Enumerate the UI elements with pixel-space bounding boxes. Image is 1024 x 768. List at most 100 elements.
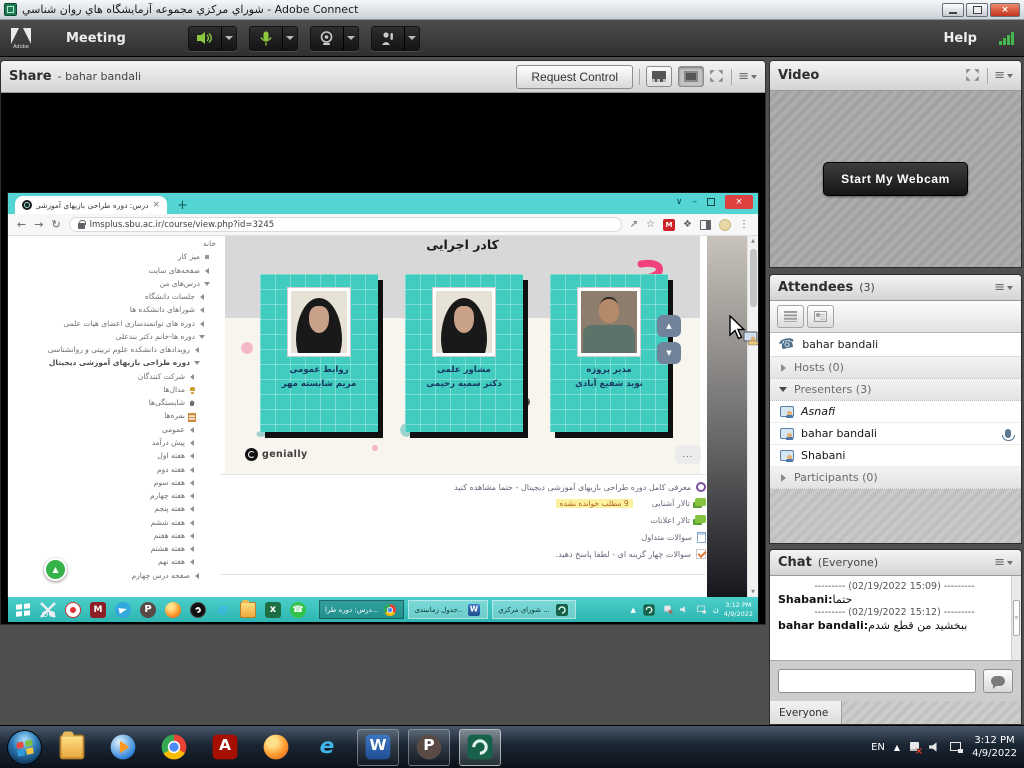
telegram-button[interactable] <box>113 599 133 620</box>
attendees-pod-menu-icon[interactable] <box>994 281 1013 294</box>
tab-close-icon[interactable]: × <box>152 201 160 210</box>
volume-icon[interactable] <box>680 606 688 614</box>
word-window-button[interactable]: ..جدول زمانبندی <box>408 600 488 619</box>
start-webcam-button[interactable]: Start My Webcam <box>823 162 968 196</box>
network-icon[interactable] <box>950 742 963 753</box>
help-menu[interactable]: Help <box>936 27 985 50</box>
sidebar-link[interactable]: شایستگی‌ها <box>22 397 216 410</box>
share-pod-menu-icon[interactable] <box>738 70 757 83</box>
scroll-up-arrow-icon[interactable]: ▲ <box>748 238 758 244</box>
restore-button[interactable] <box>966 3 988 17</box>
internet-explorer-button[interactable] <box>213 599 233 620</box>
activity-link[interactable]: سوالات چهار گزینه ای - لطفا پاسخ دهید. <box>220 546 706 562</box>
video-fullscreen-icon[interactable]: ◤◥◣◢ <box>966 69 981 82</box>
scrollbar-thumb[interactable] <box>750 249 757 307</box>
start-orb-button[interactable] <box>7 730 42 765</box>
shared-clock[interactable]: 3:12 PM 4/9/2022 <box>724 601 753 618</box>
hidden-icons-caret[interactable]: ▲ <box>631 606 636 614</box>
acrobat-button[interactable] <box>204 729 246 766</box>
sidebar-link[interactable]: هفته اول <box>22 450 216 463</box>
action-center-flag-icon[interactable] <box>909 741 920 754</box>
video-pod-menu-icon[interactable] <box>994 69 1013 82</box>
word-button[interactable] <box>357 729 399 766</box>
activity-link[interactable]: سوالات متداول <box>220 529 706 546</box>
activity-link[interactable]: معرفی کامل دوره طراحی بازیهای آموزشی دیج… <box>220 479 706 495</box>
attendee-group-header[interactable]: Hosts (0) <box>770 357 1021 379</box>
sidebar-link[interactable]: صفحه‌های سایت <box>22 265 216 278</box>
back-icon[interactable]: ← <box>17 219 26 230</box>
language-indicator[interactable]: ن <box>713 605 719 614</box>
embed-more-button[interactable]: ... <box>675 445 701 464</box>
chat-send-button[interactable] <box>983 669 1013 693</box>
scroll-to-top-button[interactable]: ▲ <box>44 558 67 581</box>
attendee-row[interactable]: Asnafi <box>770 401 1021 423</box>
browser-scrollbar[interactable]: ▲ ▼ <box>747 236 758 597</box>
scroll-down-arrow-icon[interactable]: ▼ <box>748 589 758 595</box>
internet-explorer-button[interactable] <box>306 729 348 766</box>
maktabkhooneh-button[interactable] <box>88 599 108 620</box>
media-player-button[interactable] <box>102 729 144 766</box>
sidebar-link[interactable]: هفته ششم <box>22 516 216 529</box>
adobe-connect-window-button[interactable]: ... شوراي مركزي <box>492 600 576 619</box>
sidebar-link[interactable]: هفته پنجم <box>22 503 216 516</box>
sidebar-link[interactable]: نمره‌ها <box>22 410 216 423</box>
browser-maximize-button[interactable] <box>707 198 715 206</box>
file-explorer-button[interactable] <box>51 729 93 766</box>
attendee-card-view-button[interactable] <box>807 305 834 328</box>
sidebar-link[interactable]: رویدادهای دانشکده علوم تربیتی و روانشناس… <box>22 344 216 357</box>
connection-signal-icon[interactable] <box>999 31 1014 45</box>
sidebar-link[interactable]: هفته سوم <box>22 477 216 490</box>
sidebar-link[interactable]: دوره های توانمندسازی اعضای هیات علمی <box>22 318 216 331</box>
attendee-group-header[interactable]: Participants (0) <box>770 467 1021 489</box>
taskbar-clock[interactable]: 3:12 PM 4/9/2022 <box>972 734 1017 761</box>
firefox-button[interactable] <box>163 599 183 620</box>
profile-avatar[interactable] <box>719 219 731 231</box>
sidebar-link[interactable]: شوراهای دانشکده ها <box>22 304 216 317</box>
address-bar[interactable]: lmsplus.sbu.ac.ir/course/view.php?id=324… <box>69 217 622 232</box>
sidebar-link[interactable]: جلسات دانشگاه <box>22 291 216 304</box>
extension-badge-icon[interactable]: M <box>663 219 675 231</box>
sidebar-link[interactable]: دوره طراحی بازیهای آموزشی دیجیتال <box>22 357 216 370</box>
genially-logo[interactable]: genially <box>245 448 308 461</box>
embed-scroll-up-button[interactable]: ▲ <box>657 315 681 337</box>
sidebar-link[interactable]: دوره ها-خانم دکتر بندعلی <box>22 331 216 344</box>
attendee-group-header[interactable]: Presenters (3) <box>770 379 1021 401</box>
psiphon-button[interactable] <box>408 729 450 766</box>
screen-recorder-button[interactable] <box>63 599 83 620</box>
forward-icon[interactable]: → <box>34 219 43 230</box>
snipping-tool-button[interactable] <box>38 599 58 620</box>
file-explorer-button[interactable] <box>238 599 258 620</box>
psiphon-button[interactable] <box>138 599 158 620</box>
chat-pod-menu-icon[interactable] <box>994 556 1013 569</box>
side-panel-icon[interactable] <box>700 220 711 230</box>
reload-icon[interactable]: ↻ <box>51 219 60 230</box>
attendee-row[interactable]: bahar bandali <box>770 423 1021 445</box>
action-center-flag-icon[interactable] <box>664 605 672 614</box>
fullscreen-icon[interactable]: ◤◥◣◢ <box>710 70 725 83</box>
pod-view-toggle-2[interactable] <box>678 66 704 87</box>
obs-studio-button[interactable] <box>188 599 208 620</box>
pod-view-toggle-1[interactable] <box>646 66 672 87</box>
activity-link[interactable]: تالار آشنایی9 مطلب خوانده نشده <box>220 495 706 512</box>
bookmark-star-icon[interactable]: ☆ <box>646 220 655 230</box>
network-icon[interactable] <box>697 606 706 614</box>
status-options-caret[interactable] <box>404 27 419 50</box>
volume-icon[interactable] <box>929 742 941 753</box>
excel-button[interactable] <box>263 599 283 620</box>
sidebar-link[interactable]: درس‌های من <box>22 278 216 291</box>
speaker-options-caret[interactable] <box>221 27 236 50</box>
webcam-button[interactable] <box>311 27 343 50</box>
firefox-button[interactable] <box>255 729 297 766</box>
request-control-button[interactable]: Request Control <box>516 65 633 89</box>
chat-scrollbar[interactable]: ≡ <box>1011 576 1021 660</box>
browser-tab[interactable]: درس: دوره طراحی بازیهای آموزشی × <box>15 196 167 214</box>
browser-menu-icon[interactable]: ⋮ <box>739 220 749 230</box>
language-indicator[interactable]: EN <box>871 742 885 753</box>
whatsapp-button[interactable] <box>288 599 308 620</box>
webcam-options-caret[interactable] <box>343 27 358 50</box>
microphone-options-caret[interactable] <box>282 27 297 50</box>
sidebar-link[interactable]: مدال‌ها <box>22 384 216 397</box>
sidebar-link[interactable]: پیش درآمد <box>22 437 216 450</box>
sidebar-link[interactable]: هفته دوم <box>22 463 216 476</box>
connect-tray-icon[interactable] <box>643 604 654 615</box>
